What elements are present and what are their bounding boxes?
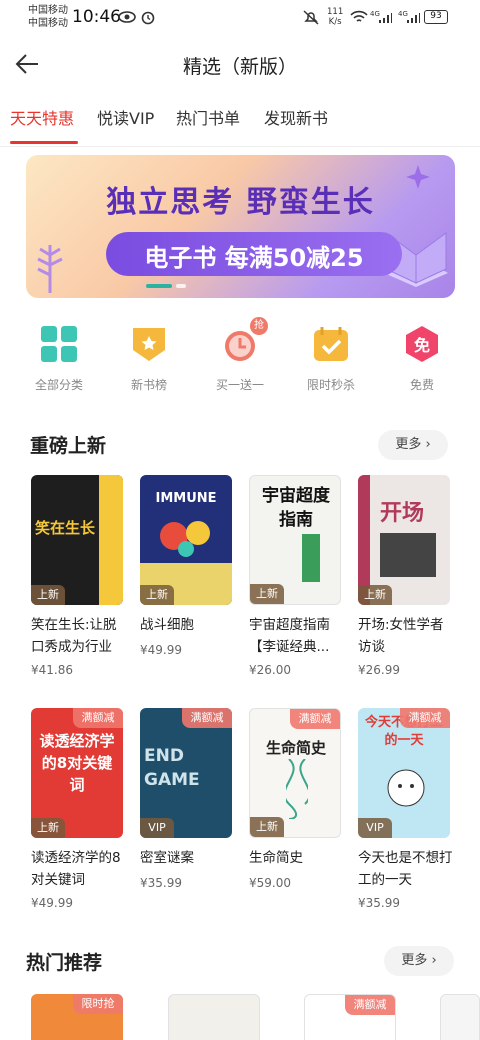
discount-tag: 满额减: [182, 708, 232, 728]
banner-headline: 独立思考 野蛮生长: [106, 185, 375, 220]
tab-vip[interactable]: 悦读VIP: [97, 105, 154, 129]
book-price: ¥59.00: [249, 876, 291, 890]
book-title[interactable]: 密室谜案: [140, 847, 238, 869]
battery-icon: 93: [424, 10, 448, 24]
book-price: ¥41.86: [31, 663, 73, 677]
carrier-1: 中国移动: [28, 5, 68, 16]
discount-tag: 满额减: [290, 709, 340, 729]
carousel-dot-active[interactable]: [146, 284, 172, 288]
new-badge: 上新: [358, 585, 392, 605]
book-cover[interactable]: [168, 994, 260, 1040]
quick-link-label: 限时秒杀: [306, 378, 355, 392]
discount-tag: 满额减: [345, 995, 395, 1015]
carrier-2: 中国移动: [28, 18, 68, 29]
clock: 10:46: [72, 7, 121, 27]
book-price: ¥35.99: [140, 876, 182, 890]
status-bar: 中国移动 中国移动 10:46 111 K/s 4G 4G 93: [0, 0, 480, 34]
more-button[interactable]: 更多 ›: [384, 946, 454, 976]
promo-banner[interactable]: 独立思考 野蛮生长 电子书 每满50减25: [26, 155, 455, 298]
book-cover[interactable]: 开场 上新: [358, 475, 450, 605]
book-cover[interactable]: 宇宙超度指南 上新: [249, 475, 341, 605]
ribbon-icon: [133, 328, 165, 361]
book-price: ¥49.99: [31, 896, 73, 910]
book-cover[interactable]: IMMUNE 上新: [140, 475, 232, 605]
book-price: ¥26.99: [358, 663, 400, 677]
flash-tag: 限时抢: [73, 994, 123, 1014]
book-cover[interactable]: END GAME 满额减 VIP: [140, 708, 232, 838]
page-title: 精选（新版）: [182, 56, 297, 78]
calendar-check-icon: [314, 327, 348, 361]
book-title[interactable]: 生命简史: [249, 847, 347, 869]
banner-subline: 电子书 每满50减25: [144, 244, 364, 272]
vip-badge: VIP: [358, 818, 392, 838]
new-badge: 上新: [31, 585, 65, 605]
quick-link-label: 全部分类: [34, 378, 83, 392]
new-badge: 上新: [250, 584, 284, 604]
grab-tag: 抢: [250, 317, 268, 335]
section-title-new-releases: 重磅上新: [30, 435, 107, 457]
wheat-decoration-icon: [37, 245, 63, 293]
vip-badge: VIP: [140, 818, 174, 838]
book-cover[interactable]: 生命简史 满额减 上新: [249, 708, 341, 838]
wifi-icon: [350, 10, 368, 22]
book-title[interactable]: 开场:女性学者访谈: [358, 614, 456, 658]
tab-daily-deals[interactable]: 天天特惠: [10, 105, 74, 129]
book-cover[interactable]: 满额减: [304, 994, 396, 1040]
tab-hot-lists[interactable]: 热门书单: [176, 105, 240, 129]
book-price: ¥26.00: [249, 663, 291, 677]
new-badge: 上新: [250, 817, 284, 837]
book-cover[interactable]: 读透经济学的8对关键词 满额减 上新: [31, 708, 123, 838]
book-cover[interactable]: 限时抢: [31, 994, 123, 1040]
new-badge: 上新: [31, 818, 65, 838]
tab-new-books[interactable]: 发现新书: [264, 105, 328, 129]
book-price: ¥35.99: [358, 896, 400, 910]
signal-icon-1: [379, 13, 392, 23]
discount-tag: 满额减: [400, 708, 450, 728]
book-cover[interactable]: 今天不想打工的一天 满额减 VIP: [358, 708, 450, 838]
free-glyph: 免: [413, 336, 430, 355]
net-speed: 111 K/s: [327, 7, 344, 27]
more-button[interactable]: 更多 ›: [378, 430, 448, 460]
book-title[interactable]: 读透经济学的8对关键词: [31, 847, 129, 891]
mute-icon: [303, 10, 319, 25]
grid-icon: [41, 326, 77, 362]
book-title[interactable]: 宇宙超度指南【李诞经典...: [249, 614, 347, 658]
discount-tag: 满额减: [73, 708, 123, 728]
quick-link-label: 免费: [409, 378, 434, 392]
book-cover[interactable]: [440, 994, 480, 1040]
quick-link-label: 新书榜: [130, 378, 167, 392]
book-price: ¥49.99: [140, 643, 182, 657]
active-tab-indicator: [10, 141, 78, 144]
section-title-hot-picks: 热门推荐: [26, 952, 103, 974]
alarm-icon: [141, 11, 155, 25]
tab-divider: [0, 146, 480, 147]
eye-icon: [118, 11, 136, 23]
book-title[interactable]: 战斗细胞: [140, 614, 238, 636]
book-title[interactable]: 今天也是不想打工的一天: [358, 847, 456, 891]
signal-icon-2: [407, 13, 420, 23]
book-cover[interactable]: 笑在生长 上新: [31, 475, 123, 605]
carousel-dot[interactable]: [176, 284, 186, 288]
new-badge: 上新: [140, 585, 174, 605]
book-title[interactable]: 笑在生长:让脱口秀成为行业: [31, 614, 129, 658]
quick-link-label: 买一送一: [215, 378, 264, 392]
